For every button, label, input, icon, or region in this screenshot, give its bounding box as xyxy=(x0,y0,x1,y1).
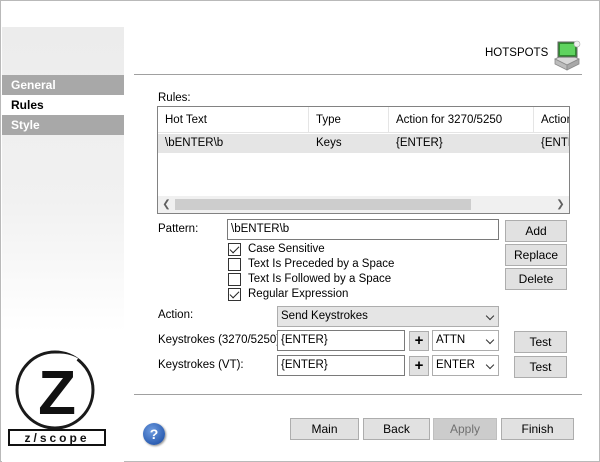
scroll-right-icon[interactable]: ❯ xyxy=(552,196,569,213)
scroll-left-icon[interactable]: ❮ xyxy=(158,196,175,213)
cell-type: Keys xyxy=(316,137,342,149)
nav-item-general[interactable]: General xyxy=(2,75,124,95)
header-divider xyxy=(134,74,582,75)
svg-text:Z: Z xyxy=(38,359,76,428)
key-select-3270[interactable]: ATTN xyxy=(432,330,499,351)
scrollbar-thumb[interactable] xyxy=(175,199,471,210)
hotspot-monitor-icon xyxy=(554,40,581,71)
column-header-action-vt[interactable]: Action xyxy=(534,107,569,133)
replace-button[interactable]: Replace xyxy=(505,244,567,266)
chevron-down-icon xyxy=(485,335,495,345)
svg-text:z/scope: z/scope xyxy=(24,431,89,445)
zscope-logo: Z z/scope xyxy=(8,350,106,446)
followed-space-label: Text Is Followed by a Space xyxy=(248,273,392,285)
cell-hot-text: \bENTER\b xyxy=(165,137,224,149)
action-select-value: Send Keystrokes xyxy=(281,310,368,322)
add-key-3270-plus-icon[interactable]: + xyxy=(409,331,429,351)
apply-button[interactable]: Apply xyxy=(433,418,497,440)
keystrokes-3270-label: Keystrokes (3270/5250): xyxy=(158,334,284,346)
followed-space-checkbox[interactable] xyxy=(228,273,241,286)
back-button[interactable]: Back xyxy=(363,418,430,440)
footer-divider xyxy=(134,394,582,395)
action-select[interactable]: Send Keystrokes xyxy=(277,306,499,327)
key-select-vt-value: ENTER xyxy=(436,359,475,371)
pattern-input[interactable]: \bENTER\b xyxy=(227,219,499,240)
test-3270-button[interactable]: Test xyxy=(514,331,567,353)
preceded-space-checkbox[interactable] xyxy=(228,258,241,271)
chevron-down-icon xyxy=(485,311,495,321)
column-header-action-3270[interactable]: Action for 3270/5250 xyxy=(389,107,534,133)
table-row[interactable]: \bENTER\b Keys {ENTER} {ENTE xyxy=(158,134,569,153)
chevron-down-icon xyxy=(485,360,495,370)
main-button[interactable]: Main xyxy=(290,418,359,440)
delete-button[interactable]: Delete xyxy=(505,268,567,290)
keystrokes-3270-input[interactable]: {ENTER} xyxy=(277,330,405,351)
finish-button[interactable]: Finish xyxy=(501,418,574,440)
case-sensitive-checkbox[interactable] xyxy=(228,243,241,256)
keystrokes-vt-input[interactable]: {ENTER} xyxy=(277,355,405,376)
preceded-space-label: Text Is Preceded by a Space xyxy=(248,258,395,270)
page-title: HOTSPOTS xyxy=(485,47,549,59)
test-vt-button[interactable]: Test xyxy=(514,356,567,378)
pattern-label: Pattern: xyxy=(158,223,199,235)
keystrokes-vt-label: Keystrokes (VT): xyxy=(158,359,244,371)
key-select-vt[interactable]: ENTER xyxy=(432,355,499,376)
cell-action-vt: {ENTE xyxy=(541,137,569,149)
case-sensitive-label: Case Sensitive xyxy=(248,243,325,255)
regex-label: Regular Expression xyxy=(248,288,349,300)
nav-item-rules[interactable]: Rules xyxy=(2,95,124,115)
column-header-type[interactable]: Type xyxy=(309,107,389,133)
action-label: Action: xyxy=(158,309,194,321)
rules-list[interactable]: Hot Text Type Action for 3270/5250 Actio… xyxy=(157,106,570,214)
cell-action-3270: {ENTER} xyxy=(396,137,443,149)
add-button[interactable]: Add xyxy=(505,220,567,242)
key-select-3270-value: ATTN xyxy=(436,334,466,346)
wizard-window: General Rules Style Z z/scope HOTSPOTS R… xyxy=(0,0,600,462)
nav-item-style[interactable]: Style xyxy=(2,115,124,135)
horizontal-scrollbar[interactable]: ❮ ❯ xyxy=(158,196,569,213)
help-icon[interactable]: ? xyxy=(143,423,165,445)
add-key-vt-plus-icon[interactable]: + xyxy=(409,356,429,376)
regex-checkbox[interactable] xyxy=(228,288,241,301)
rules-list-header: Hot Text Type Action for 3270/5250 Actio… xyxy=(158,107,569,133)
rules-label: Rules: xyxy=(158,92,191,104)
column-header-hot-text[interactable]: Hot Text xyxy=(158,107,309,133)
